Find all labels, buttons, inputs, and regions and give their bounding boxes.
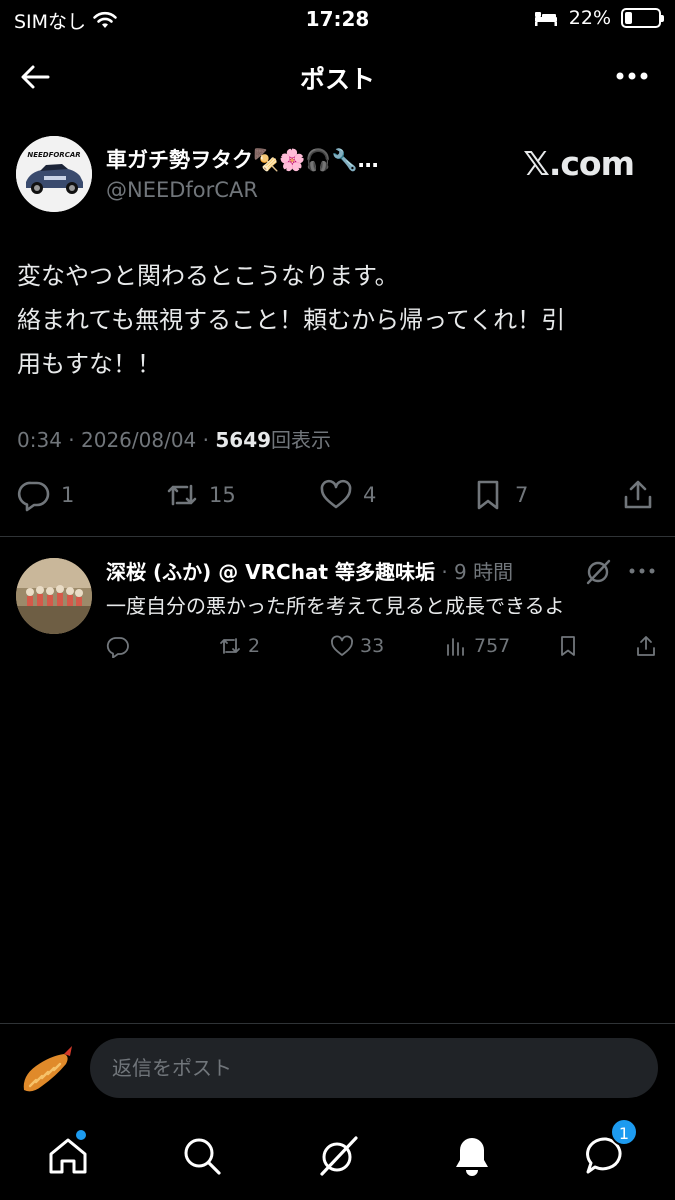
reply-icon — [106, 637, 129, 658]
x-com-logo: 𝕏.com — [523, 144, 635, 183]
status-right: 22% — [533, 7, 664, 29]
page-title: ポスト — [299, 65, 375, 94]
share-icon — [624, 480, 652, 509]
post-text-line: 用もすな！！ — [17, 350, 161, 378]
heart-icon — [320, 479, 352, 509]
share-icon — [637, 636, 655, 656]
bell-icon — [456, 1138, 488, 1176]
meta-separator: · — [68, 428, 81, 452]
reply-time: · 9 時間 — [441, 560, 514, 584]
divider — [0, 536, 675, 537]
home-icon — [49, 1138, 87, 1174]
bookmark-icon — [561, 636, 575, 656]
reply-author-name[interactable]: 深桜 (ふか) @ VRChat 等多趣味垢 — [106, 560, 435, 584]
reply-views-button[interactable]: 757 — [444, 634, 510, 658]
heart-icon — [331, 635, 353, 656]
reply-composer — [0, 1024, 675, 1110]
car-avatar-image: NEEDFORCAR — [16, 136, 92, 212]
messages-badge: 1 — [610, 1118, 638, 1146]
status-bar: SIMなし 17:28 22% — [0, 0, 675, 40]
post-text-line: 変なやつと関わるとこうなります。 — [17, 262, 399, 290]
reply-bookmark-button[interactable] — [556, 634, 580, 658]
post-action-bar: 1 15 4 7 — [17, 478, 657, 520]
reply-author-avatar[interactable] — [16, 558, 92, 634]
views-label: 回表示 — [271, 428, 332, 452]
avatar-logo-text: NEEDFORCAR — [27, 151, 80, 159]
grok-icon — [320, 1136, 358, 1176]
reply-like-count: 33 — [360, 635, 385, 657]
post-text: 変なやつと関わるとこうなります。 絡まれても無視すること！頼むから帰ってくれ！引… — [17, 254, 657, 386]
tab-home[interactable] — [46, 1130, 90, 1178]
reply-count: 1 — [61, 483, 75, 507]
author-handle[interactable]: @NEEDforCAR — [106, 178, 258, 202]
meta-separator: · — [202, 428, 216, 452]
group-photo-avatar — [16, 558, 92, 634]
bookmark-icon — [477, 480, 499, 510]
reply-like-button[interactable]: 33 — [330, 634, 384, 658]
views-count[interactable]: 5649 — [215, 428, 271, 452]
tab-grok[interactable] — [316, 1134, 360, 1178]
tab-messages[interactable]: 1 — [584, 1118, 638, 1178]
battery-percent: 22% — [568, 7, 611, 29]
like-count: 4 — [363, 483, 377, 507]
sleep-mode-icon — [534, 12, 557, 26]
post-date: 2026/08/04 — [81, 428, 197, 452]
top-header: ポスト — [0, 50, 675, 102]
search-icon — [184, 1138, 221, 1175]
reply-input[interactable] — [90, 1038, 658, 1098]
repost-icon — [167, 484, 197, 506]
bottom-tab-bar: 1 — [0, 1118, 675, 1186]
author-name[interactable]: 車ガチ勢ヲタク🍢🌸🎧🔧… — [106, 144, 379, 174]
reply-action-bar: 2 33 757 — [106, 634, 661, 664]
post-author: NEEDFORCAR 車ガチ勢ヲタク🍢🌸🎧🔧… @NEEDforCAR 𝕏.co… — [16, 136, 656, 216]
reply-text: 一度自分の悪かった所を考えて見ると成長できるよ — [106, 594, 565, 618]
tab-notifications[interactable] — [450, 1134, 494, 1178]
reply-header: 深桜 (ふか) @ VRChat 等多趣味垢 · 9 時間 — [106, 556, 513, 585]
reply-views-count: 757 — [474, 635, 511, 657]
grok-icon[interactable] — [584, 558, 612, 586]
reply-reply-button[interactable] — [106, 634, 136, 658]
post-text-line: 絡まれても無視すること！頼むから帰ってくれ！引 — [17, 306, 566, 334]
bookmark-button[interactable]: 7 — [471, 478, 528, 512]
reply-more-icon[interactable] — [628, 566, 656, 576]
share-button[interactable] — [621, 478, 655, 512]
tab-search[interactable] — [180, 1134, 224, 1178]
battery-icon — [621, 8, 664, 28]
battery-level — [625, 12, 632, 24]
repost-button[interactable]: 15 — [165, 478, 236, 512]
reply-share-button[interactable] — [634, 634, 658, 658]
reply-repost-count: 2 — [248, 635, 261, 657]
post-time: 0:34 — [17, 428, 62, 452]
repost-icon — [220, 638, 240, 654]
more-options-icon[interactable] — [615, 66, 649, 86]
reply-button[interactable]: 1 — [17, 478, 74, 512]
shrimp-tempura-avatar[interactable] — [16, 1042, 74, 1100]
like-button[interactable]: 4 — [319, 478, 376, 512]
home-unread-dot — [76, 1130, 86, 1140]
reply-item[interactable]: 深桜 (ふか) @ VRChat 等多趣味垢 · 9 時間 一度自分の悪かった所… — [16, 552, 661, 672]
post-meta: 0:34 · 2026/08/04 · 5649回表示 — [17, 424, 331, 453]
author-avatar[interactable]: NEEDFORCAR — [16, 136, 92, 212]
repost-count: 15 — [209, 483, 236, 507]
bookmark-count: 7 — [515, 483, 529, 507]
reply-repost-button[interactable]: 2 — [218, 634, 260, 658]
analytics-icon — [447, 638, 464, 656]
reply-icon — [17, 481, 50, 512]
